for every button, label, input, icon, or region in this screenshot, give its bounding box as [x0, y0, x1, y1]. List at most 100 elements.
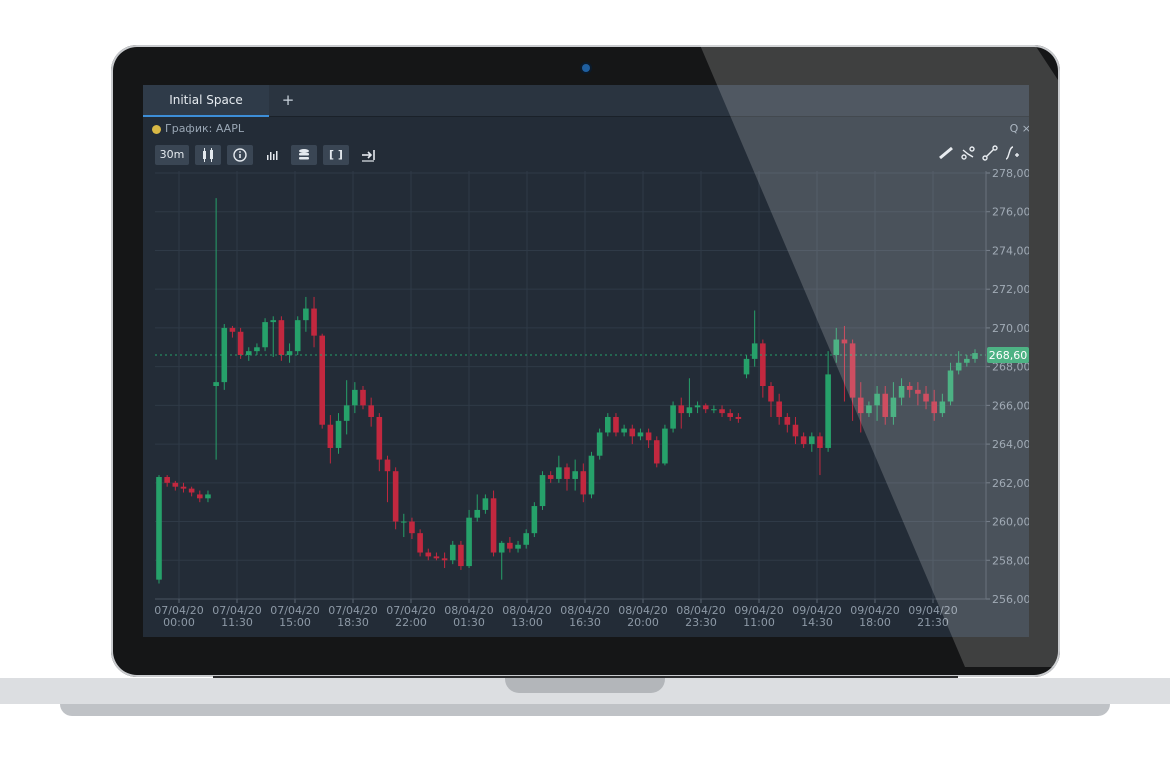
candle-body: [629, 428, 636, 437]
x-tick-time: 16:30: [569, 616, 601, 629]
candle-body: [294, 320, 301, 352]
candle-body: [343, 405, 350, 421]
candle-body: [360, 389, 366, 406]
candle-body: [686, 407, 693, 414]
screen: Initial Space + График: AAPL Q × 30m [ ]: [143, 85, 1029, 637]
y-tick-label: 264,00: [992, 438, 1029, 451]
candle-body: [433, 556, 440, 559]
candle-body: [531, 506, 538, 534]
candle-body: [645, 432, 652, 441]
candle-body: [278, 320, 285, 356]
candle-body: [825, 374, 831, 448]
candle-body: [833, 339, 840, 356]
webcam-icon: [582, 64, 590, 72]
candle-body: [156, 477, 162, 580]
y-tick-label: 260,00: [992, 516, 1029, 529]
candle-body: [751, 343, 758, 359]
candle-body: [229, 327, 236, 332]
candle-body: [800, 436, 807, 445]
candle-body: [205, 494, 211, 499]
candle-body: [490, 498, 497, 553]
candle-body: [213, 382, 219, 386]
candle-body: [637, 432, 644, 437]
candle-body: [474, 509, 481, 518]
y-tick-label: 266,00: [992, 399, 1029, 412]
last-price-label: 268,60: [989, 349, 1028, 362]
laptop-notch: [505, 678, 665, 693]
candle-body: [572, 471, 578, 479]
candle-body: [335, 420, 342, 448]
candle-body: [768, 386, 774, 402]
x-tick-time: 15:00: [279, 616, 311, 629]
candle-body: [841, 339, 848, 344]
candle-body: [939, 401, 946, 414]
candle-body: [507, 542, 513, 549]
candle-body: [319, 335, 325, 425]
candle-body: [368, 405, 374, 417]
candle-body: [270, 320, 277, 323]
x-tick-time: 14:30: [801, 616, 833, 629]
candle-body: [580, 471, 587, 495]
candle-body: [613, 416, 619, 433]
candle-body: [906, 386, 913, 390]
candle-body: [702, 405, 709, 410]
candle-body: [547, 475, 554, 479]
candle-body: [188, 488, 195, 493]
laptop-base-edge: [60, 704, 1110, 716]
x-tick-time: 00:00: [163, 616, 195, 629]
candle-body: [482, 498, 489, 510]
candle-body: [515, 544, 521, 549]
candle-body: [857, 397, 864, 414]
candle-body: [760, 343, 766, 386]
y-tick-label: 256,00: [992, 593, 1029, 606]
candle-body: [449, 544, 456, 561]
candle-body: [417, 533, 423, 553]
candle-body: [727, 413, 733, 417]
y-tick-label: 276,00: [992, 206, 1029, 219]
candle-body: [556, 467, 562, 479]
x-tick-time: 13:00: [511, 616, 543, 629]
candlestick-chart[interactable]: 278,00276,00274,00272,00270,00268,00266,…: [143, 85, 1029, 637]
candle-body: [409, 521, 415, 534]
candle-body: [931, 401, 937, 414]
candle-body: [915, 389, 921, 394]
candle-body: [670, 405, 676, 429]
candle-body: [245, 351, 252, 356]
candle-body: [955, 362, 962, 371]
candle-body: [898, 386, 905, 398]
candle-body: [711, 409, 717, 411]
candle-body: [694, 405, 701, 408]
candle-body: [311, 308, 317, 336]
x-tick-time: 22:00: [395, 616, 427, 629]
candle-body: [327, 424, 334, 448]
x-tick-time: 11:00: [743, 616, 775, 629]
candle-body: [947, 370, 954, 402]
candle-body: [254, 347, 260, 352]
candle-body: [401, 521, 407, 523]
candle-body: [866, 405, 872, 414]
candle-body: [237, 331, 244, 356]
candle-body: [286, 351, 293, 356]
candle-body: [890, 397, 897, 417]
candle-body: [539, 475, 546, 507]
candle-body: [303, 308, 309, 321]
x-tick-time: 20:00: [627, 616, 659, 629]
candle-body: [498, 542, 505, 553]
x-tick-time: 18:30: [337, 616, 369, 629]
x-tick-time: 01:30: [453, 616, 485, 629]
candle-body: [164, 477, 170, 483]
y-tick-label: 272,00: [992, 283, 1029, 296]
candle-body: [809, 436, 815, 445]
candle-body: [972, 353, 978, 359]
candle-body: [817, 436, 823, 448]
y-tick-label: 278,00: [992, 167, 1029, 180]
candle-body: [792, 424, 799, 437]
candle-body: [678, 405, 685, 414]
y-tick-label: 262,00: [992, 477, 1029, 490]
candle-body: [621, 428, 627, 433]
candle-body: [784, 416, 791, 425]
candle-body: [776, 401, 782, 417]
candle-body: [466, 517, 472, 567]
candle-body: [874, 393, 880, 406]
x-tick-time: 23:30: [685, 616, 717, 629]
